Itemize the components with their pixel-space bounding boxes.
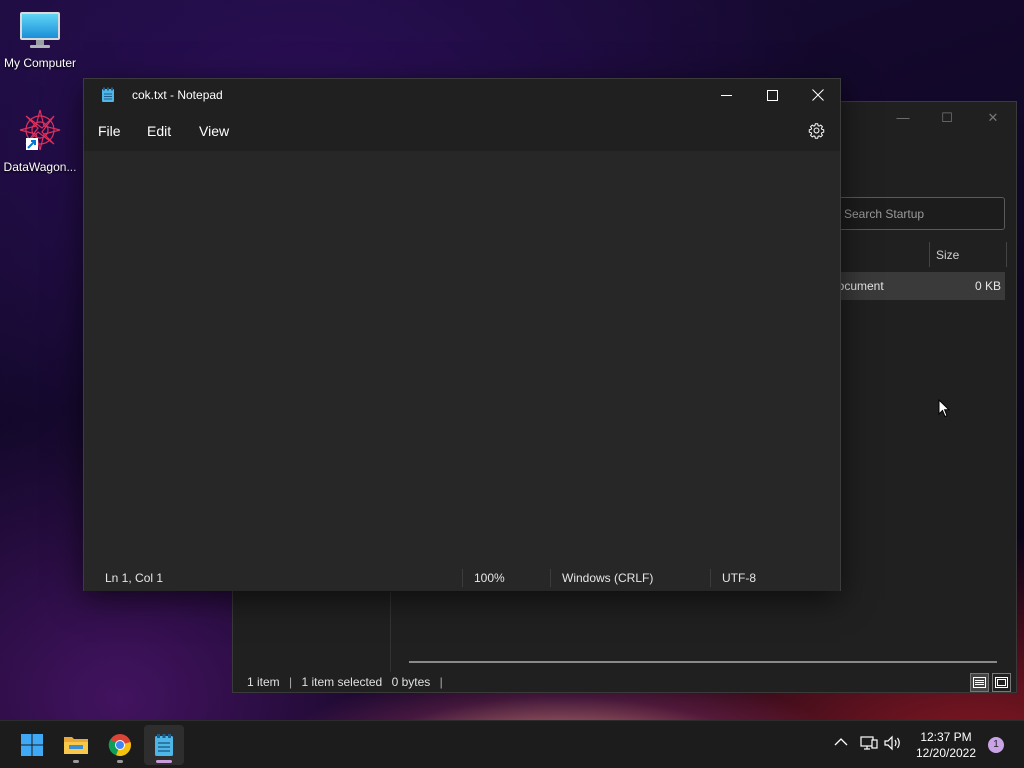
- maximize-button[interactable]: [749, 79, 795, 111]
- status-divider: [462, 569, 463, 587]
- menu-edit[interactable]: Edit: [147, 123, 171, 139]
- line-ending: Windows (CRLF): [562, 571, 654, 585]
- clock[interactable]: 12:37 PM 12/20/2022: [910, 729, 982, 761]
- volume-button[interactable]: [884, 735, 902, 754]
- chevron-up-icon: [834, 738, 848, 746]
- file-row[interactable]: Document 0 KB: [823, 272, 1005, 300]
- start-icon: [21, 734, 43, 756]
- running-indicator: [117, 760, 123, 763]
- close-icon: [812, 89, 824, 101]
- menu-file[interactable]: File: [98, 123, 121, 139]
- mouse-cursor-icon: [938, 399, 950, 418]
- navigation-pane-divider[interactable]: [390, 592, 391, 672]
- close-button[interactable]: [795, 79, 841, 111]
- maximize-icon: [766, 89, 778, 101]
- desktop-icon-datawagon[interactable]: DataWagon...: [0, 106, 80, 174]
- running-indicator: [73, 760, 79, 763]
- menu-bar: File Edit View: [84, 111, 840, 151]
- desktop-icon-label: My Computer: [3, 56, 77, 70]
- speaker-icon: [884, 735, 900, 751]
- show-hidden-icons-button[interactable]: [834, 735, 848, 752]
- explorer-search-input[interactable]: Search Startup: [833, 197, 1005, 230]
- clock-time: 12:37 PM: [920, 730, 972, 744]
- desktop-icon-my-computer[interactable]: My Computer: [0, 10, 80, 70]
- encoding: UTF-8: [722, 571, 756, 585]
- explorer-status-bar: 1 item | 1 item selected 0 bytes |: [233, 672, 1016, 694]
- large-icons-view-button[interactable]: [992, 673, 1011, 692]
- zoom-level: 100%: [474, 571, 505, 585]
- explorer-maximize-button[interactable]: ☐: [937, 110, 957, 126]
- desktop-icon-label: DataWagon...: [3, 160, 77, 174]
- notification-badge[interactable]: 1: [988, 737, 1004, 753]
- text-editor-area[interactable]: [84, 151, 840, 553]
- notepad-status-bar: Ln 1, Col 1 100% Windows (CRLF) UTF-8: [84, 565, 840, 591]
- file-size: 0 KB: [974, 279, 1001, 293]
- taskbar: 12:37 PM 12/20/2022 1: [0, 720, 1024, 768]
- chrome-icon: [108, 734, 131, 757]
- cursor-position: Ln 1, Col 1: [105, 571, 164, 585]
- menu-view[interactable]: View: [199, 123, 229, 139]
- explorer-close-button[interactable]: ✕: [983, 110, 1003, 126]
- column-divider[interactable]: [1006, 242, 1007, 267]
- taskbar-file-explorer[interactable]: [56, 725, 96, 765]
- minimize-icon: [720, 94, 732, 96]
- gear-icon: [808, 123, 825, 139]
- notepad-icon: [155, 734, 173, 756]
- status-bytes: 0 bytes: [391, 675, 431, 689]
- settings-button[interactable]: [808, 122, 825, 142]
- taskbar-notepad[interactable]: [144, 725, 184, 765]
- large-icons-view-icon: [995, 677, 1008, 688]
- active-indicator: [156, 760, 172, 763]
- notepad-icon: [101, 87, 115, 106]
- status-item-count: 1 item: [247, 675, 280, 689]
- horizontal-scrollbar[interactable]: [409, 661, 997, 663]
- datawagon-app-icon: [19, 109, 61, 151]
- network-icon: [860, 736, 878, 750]
- minimize-button[interactable]: [703, 79, 749, 111]
- title-bar[interactable]: cok.txt - Notepad: [84, 79, 840, 111]
- status-divider: [710, 569, 711, 587]
- status-separator: |: [289, 675, 293, 689]
- notepad-window[interactable]: cok.txt - Notepad File Edit View Ln 1, C…: [83, 78, 841, 591]
- status-divider: [550, 569, 551, 587]
- status-selected: 1 item selected: [301, 675, 383, 689]
- column-header-size[interactable]: Size: [929, 242, 1009, 267]
- file-explorer-icon: [64, 737, 88, 754]
- status-separator: |: [439, 675, 443, 689]
- start-button[interactable]: [12, 725, 52, 765]
- monitor-icon: [20, 12, 60, 48]
- details-view-button[interactable]: [970, 673, 989, 692]
- explorer-minimize-button[interactable]: —: [893, 110, 913, 126]
- details-view-icon: [973, 677, 986, 688]
- taskbar-chrome[interactable]: [100, 725, 140, 765]
- window-title: cok.txt - Notepad: [132, 88, 223, 102]
- network-button[interactable]: [860, 735, 878, 754]
- clock-date: 12/20/2022: [915, 746, 977, 760]
